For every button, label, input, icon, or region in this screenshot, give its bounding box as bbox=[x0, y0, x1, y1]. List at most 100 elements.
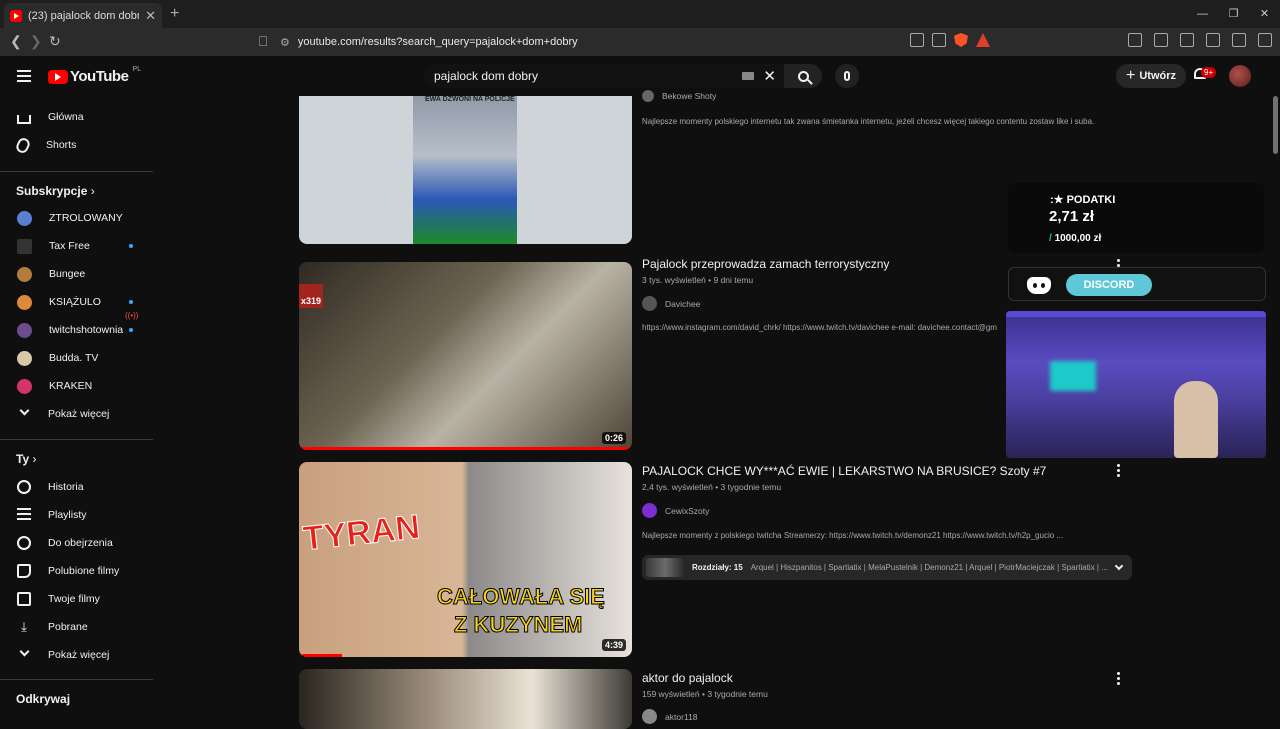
search-button[interactable] bbox=[784, 64, 822, 88]
window-controls: — ❐ ✕ bbox=[1187, 0, 1280, 28]
channel-avatar bbox=[17, 266, 32, 282]
channel-avatar bbox=[642, 503, 657, 518]
channel-link[interactable]: aktor118 bbox=[642, 709, 697, 724]
video-duration: 0:26 bbox=[601, 432, 626, 444]
brave-rewards-icon[interactable] bbox=[976, 33, 990, 47]
bookmark-icon[interactable]: ⎕ bbox=[259, 33, 267, 50]
video-description: Najlepsze momenty polskiego internetu ta… bbox=[642, 117, 1095, 126]
sidebar-item-watch-later[interactable]: Do obejrzenia bbox=[0, 529, 160, 557]
thumbnail-caption: EWA DZWONI NA POLICJE bbox=[425, 96, 515, 103]
brave-shields-icon[interactable] bbox=[954, 33, 968, 47]
browser-tab[interactable]: (23) pajalock dom dobry - YouTu ✕ bbox=[4, 3, 162, 28]
stream-donation-goal-overlay: :★ PODATKI 2,71 zł / 1000,00 zł bbox=[1008, 183, 1264, 253]
video-meta: 3 tys. wyświetleń • 9 dni temu bbox=[642, 275, 754, 285]
subscription-item[interactable]: twitchshotownia bbox=[0, 316, 160, 344]
video-title[interactable]: aktor do pajalock bbox=[642, 671, 733, 685]
account-avatar[interactable] bbox=[1229, 65, 1251, 87]
new-content-dot bbox=[129, 244, 133, 248]
webcam-person bbox=[1174, 381, 1218, 458]
clock-icon bbox=[17, 536, 31, 550]
sidebar-item-shorts[interactable]: Shorts bbox=[0, 131, 160, 159]
new-content-dot bbox=[129, 300, 133, 304]
sidebar-item-playlists[interactable]: Playlisty bbox=[0, 501, 160, 529]
sidebar-item-home[interactable]: Główna bbox=[0, 103, 160, 131]
new-tab-icon[interactable]: + bbox=[170, 5, 179, 23]
cast-icon[interactable] bbox=[910, 33, 924, 47]
menu-hamburger-icon[interactable] bbox=[17, 70, 31, 82]
sidebar-divider bbox=[0, 439, 153, 440]
video-thumbnail[interactable] bbox=[299, 669, 632, 729]
chevron-down-icon bbox=[19, 405, 30, 416]
channel-link[interactable]: CewixSzoty bbox=[642, 503, 709, 518]
forward-icon[interactable]: ❯ bbox=[30, 33, 42, 50]
close-tab-icon[interactable]: ✕ bbox=[145, 8, 156, 24]
vpn-icon[interactable] bbox=[1232, 33, 1246, 47]
search-icon bbox=[797, 70, 809, 82]
your-videos-icon bbox=[17, 592, 31, 606]
video-thumbnail[interactable]: x319 0:26 bbox=[299, 262, 632, 450]
leo-ai-icon[interactable] bbox=[1206, 33, 1220, 47]
thumbnail-caption: CAŁOWAŁA SIĘ bbox=[437, 584, 606, 610]
sidebar-item-downloads[interactable]: ⤓ Pobrane bbox=[0, 613, 160, 641]
youtube-header: YouTube PL pajalock dom dobry ✕ + Utwórz bbox=[0, 56, 1280, 96]
video-description: https://www.instagram.com/david_chrk/ ht… bbox=[642, 323, 997, 332]
sidebar-icon[interactable] bbox=[1154, 33, 1168, 47]
reload-icon[interactable]: ↻ bbox=[49, 33, 61, 50]
notification-badge: 9+ bbox=[1201, 67, 1217, 78]
sidebar-divider bbox=[0, 171, 153, 172]
subscription-item[interactable]: ZTROLOWANY bbox=[0, 204, 160, 232]
thumbnail-caption: TYRAN bbox=[301, 507, 422, 559]
channel-link[interactable]: Davichee bbox=[642, 296, 700, 311]
keyboard-icon[interactable] bbox=[742, 72, 754, 80]
scrollbar-thumb[interactable] bbox=[1273, 96, 1278, 154]
subscription-item[interactable]: KSIĄŻULO bbox=[0, 288, 160, 316]
subscription-item[interactable]: Bungee bbox=[0, 260, 160, 288]
subscriptions-heading[interactable]: Subskrypcje › bbox=[16, 184, 95, 198]
more-actions-icon[interactable] bbox=[1116, 672, 1120, 687]
extension-icon[interactable] bbox=[1128, 33, 1142, 47]
url-field[interactable]: ⚙ youtube.com/results?search_query=pajal… bbox=[280, 31, 1002, 53]
you-heading[interactable]: Ty › bbox=[16, 452, 36, 466]
subscription-item[interactable]: Tax Free bbox=[0, 232, 160, 260]
voice-search-button[interactable] bbox=[835, 64, 859, 88]
restore-icon[interactable]: ❐ bbox=[1218, 0, 1249, 28]
sidebar-item-your-videos[interactable]: Twoje filmy bbox=[0, 585, 160, 613]
webcam-led-strip bbox=[1006, 311, 1266, 317]
video-duration: 4:39 bbox=[601, 639, 626, 651]
subscriptions-show-more[interactable]: Pokaż więcej bbox=[0, 400, 160, 428]
more-actions-icon[interactable] bbox=[1116, 464, 1120, 479]
close-window-icon[interactable]: ✕ bbox=[1249, 0, 1280, 28]
tab-title: (23) pajalock dom dobry - YouTu bbox=[28, 9, 140, 22]
menu-icon[interactable] bbox=[1258, 33, 1272, 47]
scrollbar[interactable] bbox=[1270, 96, 1280, 720]
video-title[interactable]: Pajalock przeprowadza zamach terrorystyc… bbox=[642, 257, 889, 271]
site-settings-icon[interactable]: ⚙ bbox=[280, 36, 290, 49]
chapters-bar[interactable]: Rozdziały: 15 Arquel | Hiszpanitos | Spa… bbox=[642, 555, 1132, 580]
clear-search-icon[interactable]: ✕ bbox=[763, 67, 776, 85]
thumbs-up-icon bbox=[17, 564, 31, 578]
minimize-icon[interactable]: — bbox=[1187, 0, 1218, 28]
video-thumbnail[interactable]: EWA DZWONI NA POLICJE bbox=[299, 96, 632, 244]
channel-link[interactable]: Bekowe Shoty bbox=[642, 90, 716, 102]
youtube-logo[interactable]: YouTube PL bbox=[48, 66, 141, 85]
browser-tabbar: (23) pajalock dom dobry - YouTu ✕ + — ❐ … bbox=[0, 0, 1280, 28]
video-title[interactable]: PAJALOCK CHCE WY***AĆ EWIE | LEKARSTWO N… bbox=[642, 464, 1046, 478]
sidebar-item-liked[interactable]: Polubione filmy bbox=[0, 557, 160, 585]
you-show-more[interactable]: Pokaż więcej bbox=[0, 641, 160, 669]
subscription-item[interactable]: Budda. TV bbox=[0, 344, 160, 372]
new-content-dot bbox=[129, 328, 133, 332]
video-thumbnail[interactable]: TYRAN CAŁOWAŁA SIĘ Z KUZYNEM 4:39 bbox=[299, 462, 632, 657]
chapter-thumbnail bbox=[646, 558, 684, 577]
sidebar: Główna Shorts Subskrypcje › ZTROLOWANY (… bbox=[0, 96, 160, 720]
search-input[interactable]: pajalock dom dobry ✕ bbox=[424, 64, 784, 88]
back-icon[interactable]: ❮ bbox=[10, 33, 22, 50]
wallet-icon[interactable] bbox=[1180, 33, 1194, 47]
subscription-item[interactable]: KRAKEN bbox=[0, 372, 160, 400]
sidebar-item-history[interactable]: Historia bbox=[0, 473, 160, 501]
streamer-webcam-overlay bbox=[1006, 311, 1266, 458]
home-icon bbox=[17, 115, 31, 124]
create-button[interactable]: + Utwórz bbox=[1116, 64, 1187, 88]
channel-avatar bbox=[17, 350, 32, 366]
share-icon[interactable] bbox=[932, 33, 946, 47]
chevron-down-icon[interactable] bbox=[1114, 561, 1124, 571]
